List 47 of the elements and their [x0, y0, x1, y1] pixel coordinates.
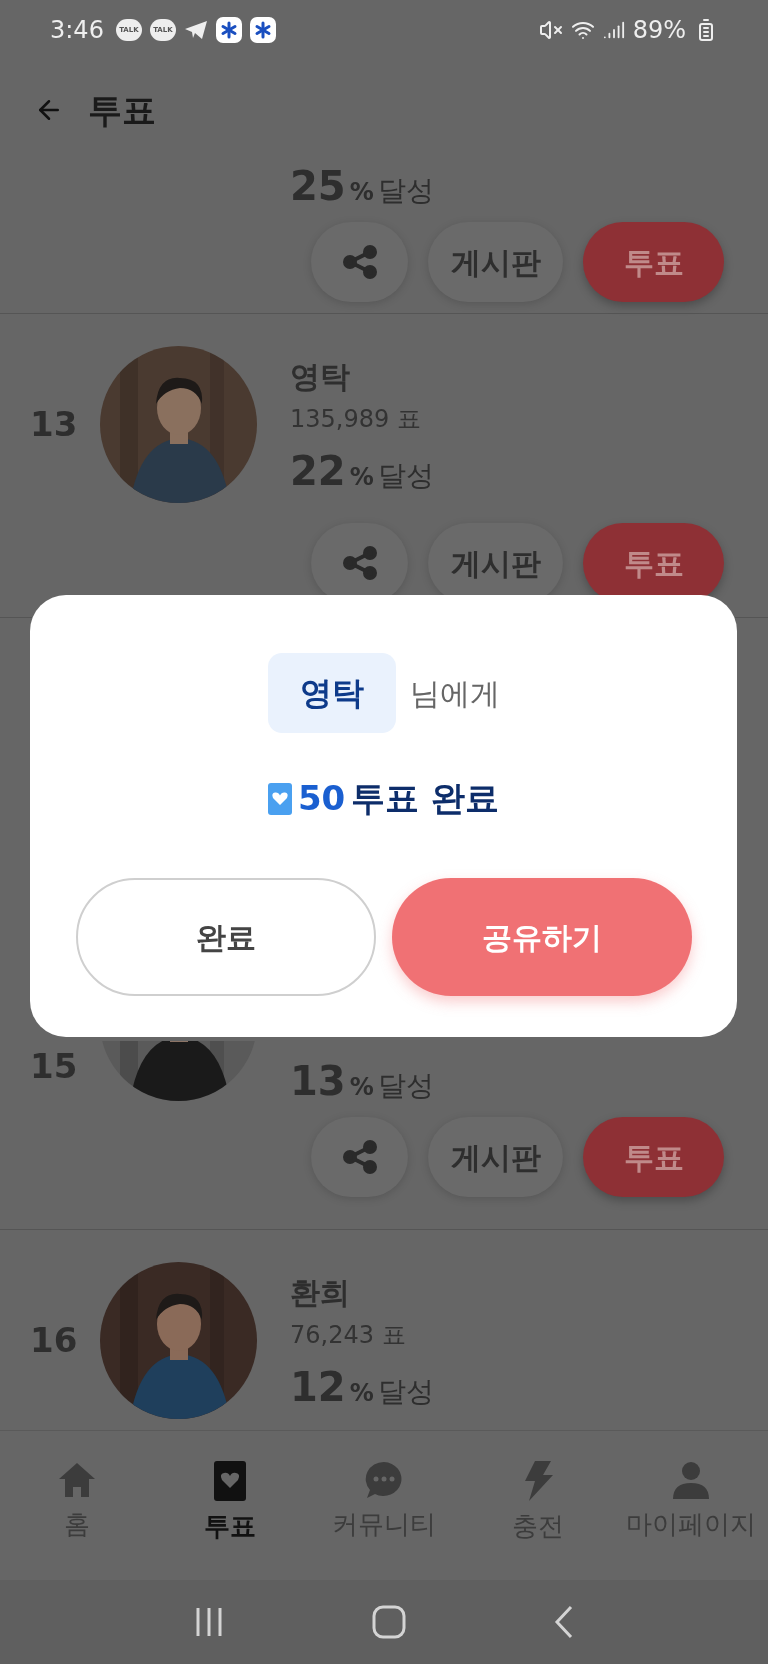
asterisk-icon — [249, 17, 276, 43]
percent-sign: % — [349, 1381, 374, 1406]
clock-time: 3:46 — [50, 15, 104, 46]
percent-value: 13 — [290, 1061, 346, 1101]
percent-label: 달성 — [377, 177, 434, 205]
completion-message: 투표 완료 — [351, 777, 500, 820]
percent-value: 12 — [290, 1367, 346, 1408]
recipient-chip: 영탁 — [267, 653, 396, 733]
home-button-icon[interactable] — [372, 1605, 406, 1639]
rank-number: 15 — [29, 1045, 79, 1088]
percent-value: 25 — [290, 166, 346, 206]
recipient-suffix: 님에게 — [409, 674, 500, 713]
vote-button[interactable]: 투표 — [583, 1117, 724, 1197]
lightning-icon — [522, 1461, 553, 1501]
share-icon — [341, 546, 378, 580]
percent-sign: % — [349, 1075, 374, 1099]
board-button[interactable]: 게시판 — [428, 222, 563, 302]
percent-label: 달성 — [377, 462, 434, 491]
chat-icon — [365, 1461, 403, 1499]
paper-plane-icon — [183, 20, 208, 40]
heart-card-icon — [214, 1461, 247, 1501]
heart-card-icon — [267, 782, 292, 815]
candidate-name: 환희 — [290, 1273, 351, 1312]
vote-amount: 50 — [297, 777, 346, 820]
asterisk-icon — [215, 17, 242, 43]
rank-number: 13 — [29, 403, 79, 446]
percent-sign: % — [349, 180, 374, 204]
mute-icon — [538, 18, 563, 42]
rank-number: 16 — [29, 1319, 79, 1362]
recent-apps-icon[interactable] — [194, 1606, 224, 1638]
battery-percent: 89% — [632, 15, 686, 46]
percent-label: 달성 — [377, 1072, 434, 1100]
share-icon — [341, 245, 378, 279]
person-icon — [671, 1461, 712, 1499]
candidate-name: 영탁 — [290, 357, 351, 396]
vote-button[interactable]: 투표 — [583, 222, 724, 302]
nav-tab[interactable]: 투표 — [153, 1461, 308, 1546]
share-button[interactable]: 공유하기 — [391, 878, 692, 996]
page-title: 투표 — [88, 88, 156, 132]
percent-sign: % — [349, 465, 374, 490]
done-button[interactable]: 완료 — [75, 878, 376, 996]
percent-value: 22 — [290, 451, 346, 492]
share-icon — [341, 1140, 378, 1174]
percent-label: 달성 — [377, 1378, 434, 1407]
back-icon[interactable] — [554, 1605, 574, 1639]
board-button[interactable]: 게시판 — [428, 1117, 563, 1197]
signal-icon — [602, 19, 625, 41]
